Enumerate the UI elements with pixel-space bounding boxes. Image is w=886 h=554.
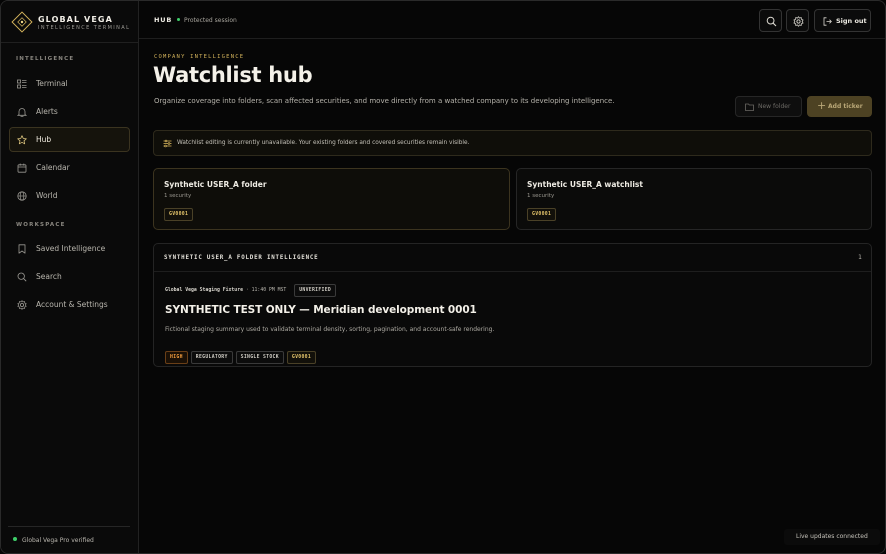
tag-chip[interactable]: HIGH bbox=[165, 351, 188, 364]
status-dot-icon bbox=[13, 537, 17, 541]
ticker-chip[interactable]: GV0001 bbox=[164, 208, 194, 221]
search-icon bbox=[17, 272, 27, 282]
folder-card-synthetic-folder[interactable]: Synthetic USER_A folder 1 security GV000… bbox=[153, 168, 510, 230]
folder-icon bbox=[745, 103, 754, 111]
session-label: Protected session bbox=[184, 16, 237, 24]
page-eyebrow: COMPANY INTELLIGENCE bbox=[154, 54, 245, 60]
sign-out-icon bbox=[823, 17, 832, 26]
section-workspace: WORKSPACE bbox=[16, 222, 66, 228]
verification-label: Global Vega Pro verified bbox=[22, 537, 94, 544]
sidebar-item-alerts[interactable]: Alerts bbox=[9, 99, 130, 124]
sidebar-item-search[interactable]: Search bbox=[9, 264, 130, 289]
session-status: Protected session bbox=[177, 17, 237, 24]
diamond-logo-icon bbox=[11, 11, 33, 33]
app-window: GLOBAL VEGA INTELLIGENCE TERMINAL INTELL… bbox=[0, 0, 886, 554]
sidebar-item-label: Terminal bbox=[36, 79, 68, 88]
story-summary: Fictional staging summary used to valida… bbox=[165, 326, 495, 333]
sidebar-item-account-settings[interactable]: Account & Settings bbox=[9, 292, 130, 317]
settings-button[interactable] bbox=[786, 9, 809, 32]
sidebar-item-saved-intelligence[interactable]: Saved Intelligence bbox=[9, 236, 130, 261]
folder-intelligence-panel: SYNTHETIC USER_A FOLDER INTELLIGENCE 1 G… bbox=[153, 243, 872, 367]
add-ticker-button[interactable]: + Add ticker bbox=[807, 96, 872, 117]
folder-title: Synthetic USER_A watchlist bbox=[527, 180, 643, 189]
divider bbox=[1, 42, 138, 43]
live-updates-status: Live updates connected bbox=[784, 529, 880, 545]
sidebar-item-label: Saved Intelligence bbox=[36, 244, 106, 253]
sign-out-button[interactable]: Sign out bbox=[814, 9, 871, 32]
story-title[interactable]: SYNTHETIC TEST ONLY — Meridian developme… bbox=[165, 304, 477, 316]
story-time: 11:40 PM MST bbox=[251, 288, 287, 293]
sidebar-item-label: World bbox=[36, 191, 58, 200]
story-meta: Global Vega Staging Fixture · 11:40 PM M… bbox=[165, 284, 337, 297]
folder-count: 1 security bbox=[527, 193, 555, 199]
notice-text: Watchlist editing is currently unavailab… bbox=[177, 140, 470, 146]
plus-icon: + bbox=[817, 99, 827, 112]
sliders-icon bbox=[163, 139, 172, 148]
bell-icon bbox=[17, 108, 27, 117]
terminal-icon bbox=[17, 79, 27, 89]
add-ticker-label: Add ticker bbox=[828, 102, 863, 110]
brand-subtitle: INTELLIGENCE TERMINAL bbox=[38, 25, 131, 31]
tag-chip[interactable]: REGULATORY bbox=[190, 351, 233, 364]
search-button[interactable] bbox=[759, 9, 782, 32]
folder-card-synthetic-watchlist[interactable]: Synthetic USER_A watchlist 1 security GV… bbox=[516, 168, 872, 230]
page-description: Organize coverage into folders, scan aff… bbox=[154, 97, 615, 105]
live-updates-label: Live updates connected bbox=[796, 533, 868, 540]
new-folder-label: New folder bbox=[758, 103, 791, 110]
story-source: Global Vega Staging Fixture bbox=[165, 288, 243, 293]
globe-icon bbox=[17, 191, 27, 201]
panel-count: 1 bbox=[858, 254, 862, 261]
editing-notice: Watchlist editing is currently unavailab… bbox=[153, 130, 872, 156]
gear-icon bbox=[17, 300, 27, 310]
bookmark-icon bbox=[18, 244, 26, 254]
breadcrumb: HUB bbox=[154, 16, 173, 24]
brand-logo[interactable]: GLOBAL VEGA INTELLIGENCE TERMINAL bbox=[11, 10, 129, 36]
new-folder-button[interactable]: New folder bbox=[735, 96, 802, 117]
sidebar-item-world[interactable]: World bbox=[9, 183, 130, 208]
sidebar-item-label: Alerts bbox=[36, 107, 58, 116]
tag-chip[interactable]: GV0001 bbox=[286, 351, 317, 364]
status-badge: UNVERIFIED bbox=[294, 284, 337, 297]
star-icon bbox=[17, 135, 27, 145]
meta-separator: · bbox=[245, 288, 249, 293]
brand-name: GLOBAL VEGA bbox=[38, 15, 113, 24]
ticker-chip[interactable]: GV0001 bbox=[527, 208, 557, 221]
sidebar: GLOBAL VEGA INTELLIGENCE TERMINAL INTELL… bbox=[1, 1, 139, 553]
sidebar-item-label: Account & Settings bbox=[36, 300, 108, 309]
section-intelligence: INTELLIGENCE bbox=[16, 56, 75, 62]
folder-title: Synthetic USER_A folder bbox=[164, 180, 267, 189]
sidebar-item-label: Hub bbox=[36, 135, 52, 144]
top-bar: HUB Protected session Sign out bbox=[139, 1, 885, 39]
panel-header: SYNTHETIC USER_A FOLDER INTELLIGENCE 1 bbox=[154, 244, 871, 272]
calendar-icon bbox=[17, 163, 27, 173]
sidebar-item-terminal[interactable]: Terminal bbox=[9, 71, 130, 96]
gear-icon bbox=[793, 16, 804, 27]
sign-out-label: Sign out bbox=[836, 17, 867, 25]
search-icon bbox=[766, 16, 777, 27]
verification-status: Global Vega Pro verified bbox=[13, 537, 94, 544]
sidebar-item-hub[interactable]: Hub bbox=[9, 127, 130, 152]
tag-chip[interactable]: SINGLE STOCK bbox=[235, 351, 284, 364]
divider bbox=[8, 526, 130, 527]
story-tags: HIGH REGULATORY SINGLE STOCK GV0001 bbox=[165, 343, 319, 364]
sidebar-item-label: Search bbox=[36, 272, 62, 281]
sidebar-item-label: Calendar bbox=[36, 163, 70, 172]
page-title: Watchlist hub bbox=[153, 63, 313, 87]
panel-title: SYNTHETIC USER_A FOLDER INTELLIGENCE bbox=[164, 255, 319, 261]
status-dot-icon bbox=[177, 17, 180, 21]
sidebar-item-calendar[interactable]: Calendar bbox=[9, 155, 130, 180]
folder-count: 1 security bbox=[164, 193, 192, 199]
